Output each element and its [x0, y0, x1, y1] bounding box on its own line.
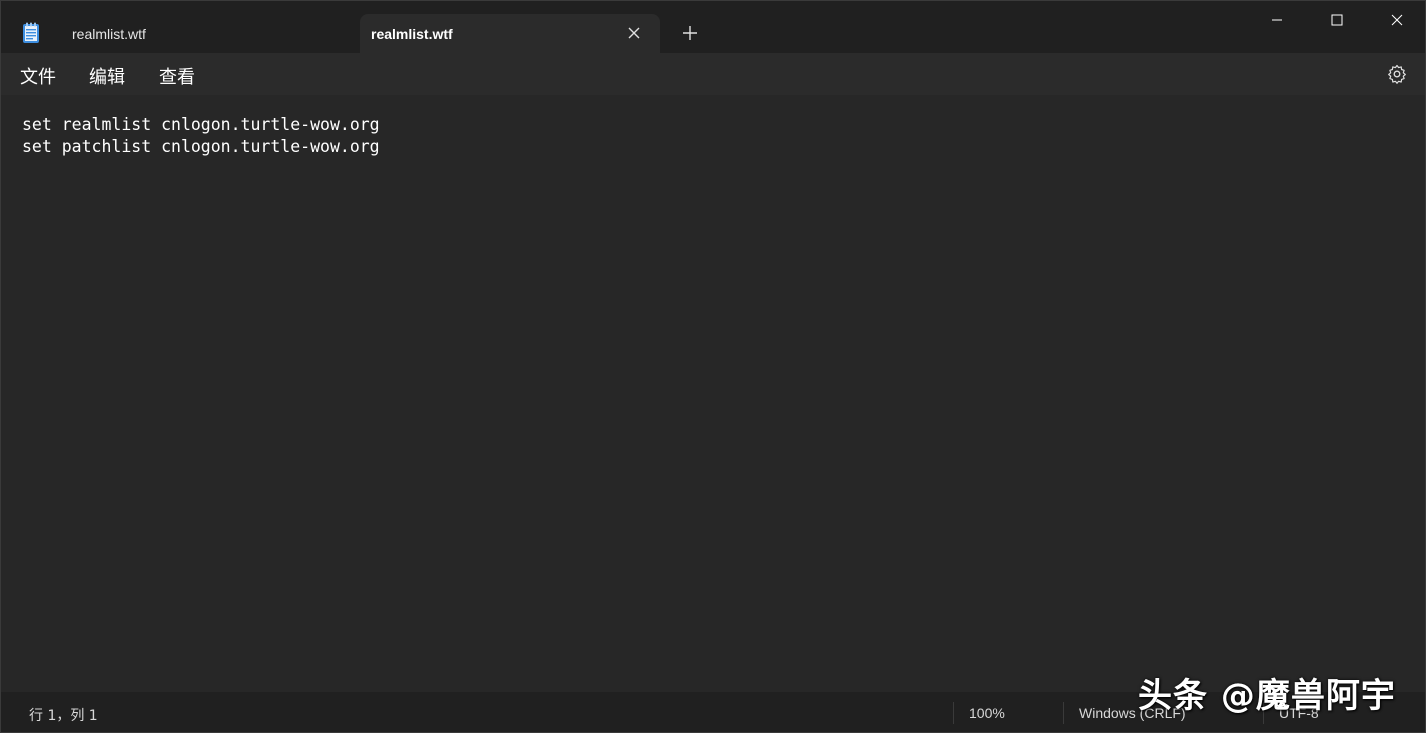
- close-icon: [1391, 14, 1403, 26]
- editor-line: set patchlist cnlogon.turtle-wow.org: [22, 137, 380, 156]
- close-icon[interactable]: [626, 25, 642, 41]
- gear-icon[interactable]: [1387, 64, 1407, 84]
- menu-edit[interactable]: 编辑: [89, 63, 125, 89]
- plus-icon[interactable]: [681, 24, 699, 42]
- tab-active[interactable]: realmlist.wtf: [360, 14, 660, 53]
- notepad-window: realmlist.wtf realmlist.wtf 文件 编辑 查看 set…: [0, 0, 1426, 733]
- status-divider: [953, 702, 954, 724]
- status-divider: [1063, 702, 1064, 724]
- zoom-level: 100%: [969, 705, 1005, 721]
- tab-inactive[interactable]: realmlist.wtf: [57, 14, 355, 53]
- maximize-icon: [1331, 14, 1343, 26]
- close-window-button[interactable]: [1367, 1, 1425, 39]
- tab-label: realmlist.wtf: [371, 25, 453, 42]
- minimize-button[interactable]: [1247, 1, 1307, 39]
- title-bar: realmlist.wtf realmlist.wtf: [1, 1, 1425, 53]
- notepad-icon: [23, 22, 39, 43]
- watermark: 头条 @魔兽阿宇: [1138, 676, 1396, 716]
- cursor-position: 行 1，列 1: [29, 708, 98, 724]
- menu-bar: 文件 编辑 查看: [1, 53, 1425, 95]
- menu-file[interactable]: 文件: [20, 63, 56, 89]
- maximize-button[interactable]: [1307, 1, 1367, 39]
- menu-view[interactable]: 查看: [159, 63, 195, 89]
- minimize-icon: [1272, 19, 1282, 21]
- tab-label: realmlist.wtf: [72, 25, 146, 42]
- editor-line: set realmlist cnlogon.turtle-wow.org: [22, 115, 380, 134]
- text-editor[interactable]: set realmlist cnlogon.turtle-wow.org set…: [1, 95, 1425, 692]
